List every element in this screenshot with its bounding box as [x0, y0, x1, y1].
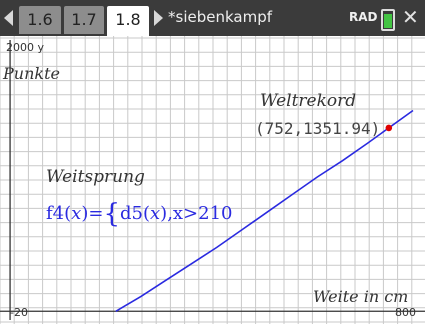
- y-axis-min-label: -20: [10, 306, 28, 319]
- function-definition[interactable]: f4(x)={d5(x),x>210: [46, 199, 233, 229]
- point-label[interactable]: Weltrekord: [260, 91, 356, 111]
- tab-1-8[interactable]: 1.8: [107, 6, 149, 36]
- points: [385, 124, 393, 132]
- close-icon[interactable]: ✕: [402, 5, 419, 29]
- point-coordinates[interactable]: (752,1351.94): [255, 119, 380, 138]
- x-axis-label: Weite in cm: [313, 287, 409, 306]
- angle-mode-indicator: RAD: [349, 10, 378, 24]
- function-body-name: d5: [119, 203, 143, 224]
- nav-left-icon[interactable]: [4, 10, 13, 26]
- tab-1-6[interactable]: 1.6: [19, 6, 61, 34]
- function-arg: x: [71, 203, 82, 224]
- x-axis-max-label: 800: [395, 306, 416, 319]
- function-label[interactable]: Weitsprung: [46, 167, 145, 187]
- tab-bar: 1.6 1.7 1.8 *siebenkampf RAD ✕: [0, 0, 425, 36]
- function-condition: ,x>210: [167, 203, 233, 224]
- battery-icon: [381, 9, 395, 31]
- weltrekord-point: [385, 124, 393, 132]
- function-name: f4: [46, 203, 65, 224]
- function-body-arg: x: [150, 203, 161, 224]
- function-eq: =: [88, 203, 104, 224]
- graph-area[interactable]: 2000 y Punkte Weltrekord (752,1351.94) W…: [0, 36, 425, 324]
- function-brace: {: [103, 199, 120, 229]
- tab-1-7[interactable]: 1.7: [64, 6, 104, 34]
- document-title: *siebenkampf: [168, 8, 272, 26]
- battery-level: [384, 14, 392, 28]
- y-axis-max-label: 2000 y: [6, 41, 45, 54]
- y-axis-label: Punkte: [3, 64, 60, 83]
- nav-right-icon[interactable]: [154, 10, 163, 26]
